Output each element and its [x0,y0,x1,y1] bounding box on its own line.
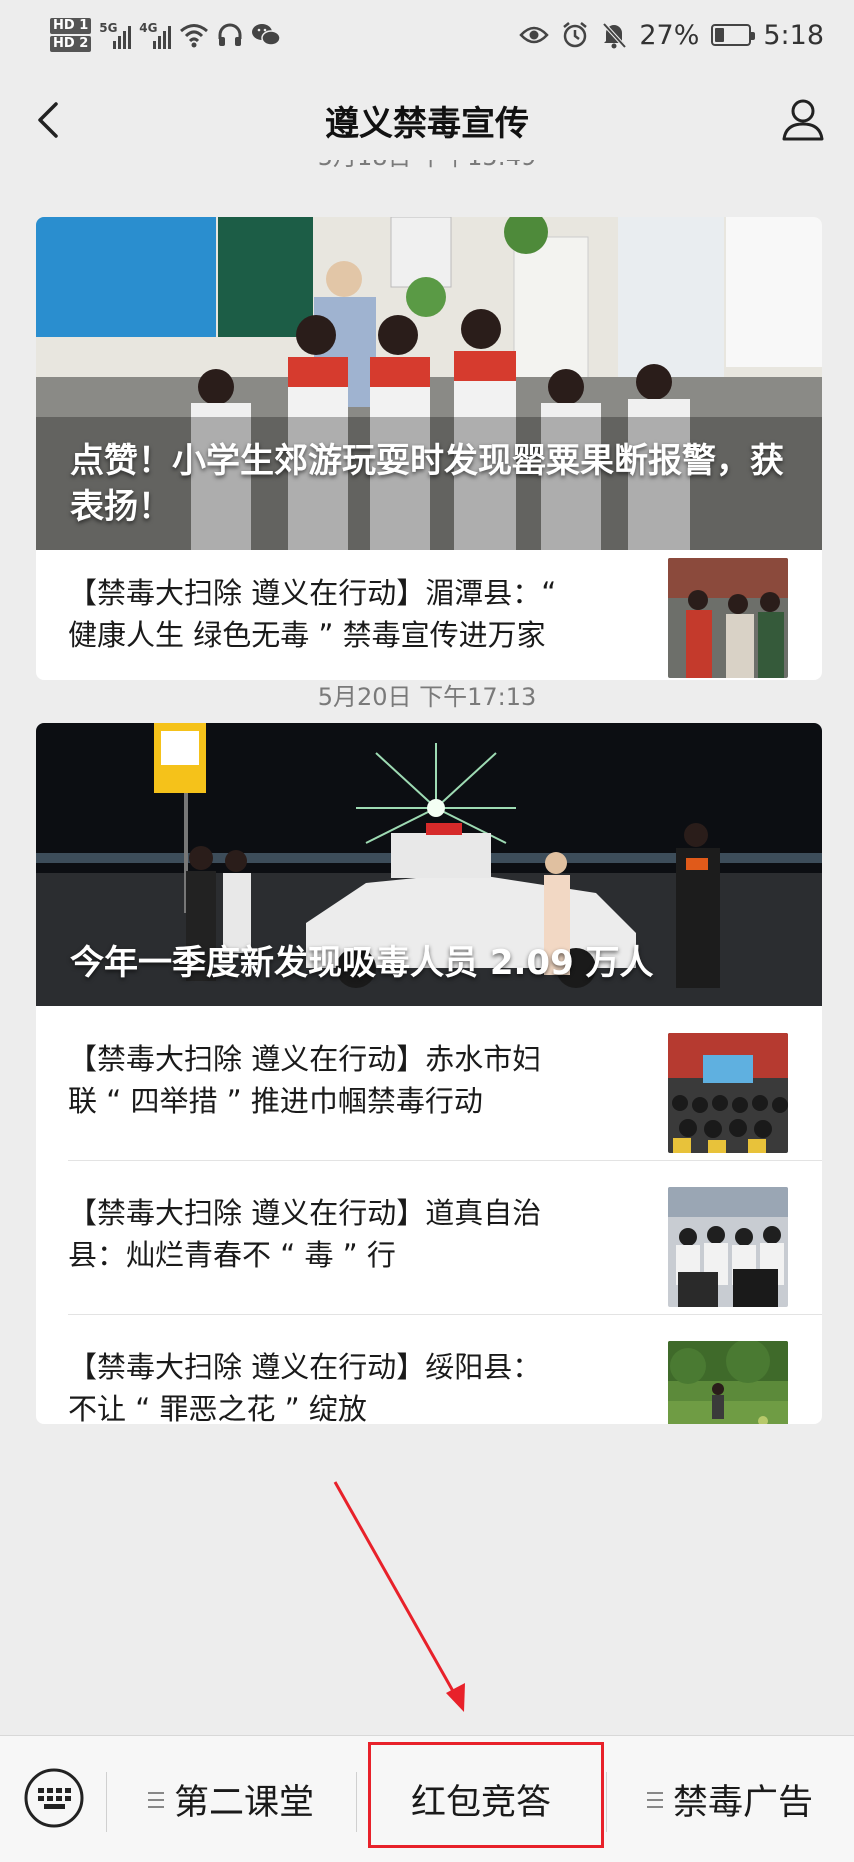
article-thumbnail [668,1033,788,1153]
net-label-1: 5G [99,21,118,35]
article-title: 【禁毒大扫除 遵义在行动】湄潭县：“ 健康人生 绿色无毒 ” 禁毒宣传进万家 [68,576,557,652]
menu-item-anti-drug-ads[interactable]: 禁毒广告 [606,1736,854,1862]
profile-button[interactable] [778,94,828,144]
clock: 5:18 [763,19,824,51]
article-title: 【禁毒大扫除 遵义在行动】绥阳县：不让 “ 罪恶之花 ” 绽放 [68,1350,542,1424]
article-card-1: 点赞！小学生郊游玩耍时发现罂粟果断报警，获表扬！ 【禁毒大扫除 遵义在行动】湄潭… [36,217,822,680]
hero-title-1: 点赞！小学生郊游玩耍时发现罂粟果断报警，获表扬！ [70,441,784,527]
menu-item-label: 第二课堂 [173,1783,314,1823]
hero-article-2[interactable]: 今年一季度新发现吸毒人员 2.09 万人 [36,723,822,1006]
article-thumbnail [668,1187,788,1307]
keyboard-toggle-button[interactable] [22,1766,86,1830]
back-button[interactable] [28,98,72,142]
net-label-2: 4G [139,21,158,35]
article-row[interactable]: 【禁毒大扫除 遵义在行动】湄潭县：“ 健康人生 绿色无毒 ” 禁毒宣传进万家 [36,550,822,680]
article-title: 【禁毒大扫除 遵义在行动】道真自治县：灿烂青春不 “ 毒 ” 行 [68,1196,542,1272]
status-left: HD 1 HD 2 5G 4G [50,18,281,52]
menu-lines-icon [147,1791,164,1808]
keyboard-icon [24,1768,84,1828]
hd-indicators: HD 1 HD 2 [50,18,92,52]
article-row[interactable]: 【禁毒大扫除 遵义在行动】赤水市妇联 “ 四举措 ” 推进巾帼禁毒行动 [36,1006,822,1160]
timestamp-2: 5月20日 下午17:13 [317,683,537,711]
article-card-2: 今年一季度新发现吸毒人员 2.09 万人 【禁毒大扫除 遵义在行动】赤水市妇联 … [36,723,822,1424]
article-thumbnail [668,558,788,678]
message-feed[interactable]: 5月18日 下午15:49 [0,160,854,1735]
status-bar: HD 1 HD 2 5G 4G 27% 5:18 [0,0,854,70]
hd2-badge: HD 2 [50,36,92,52]
article-title: 【禁毒大扫除 遵义在行动】赤水市妇联 “ 四举措 ” 推进巾帼禁毒行动 [68,1042,542,1118]
eye-icon [519,26,550,44]
hero-article-1[interactable]: 点赞！小学生郊游玩耍时发现罂粟果断报警，获表扬！ [36,217,822,550]
alarm-icon [563,22,588,48]
wifi-icon [180,24,209,48]
battery-level [715,28,724,42]
battery-percent: 27% [639,19,700,51]
timestamp-1: 5月18日 下午15:49 [0,160,854,172]
hd1-badge: HD 1 [50,18,92,34]
chevron-left-icon [38,102,58,138]
person-icon [782,99,824,141]
nav-bar: 遵义禁毒宣传 [0,70,854,170]
highlight-box [368,1742,604,1848]
battery-icon [711,24,756,46]
menu-item-second-classroom[interactable]: 第二课堂 [106,1736,356,1862]
wechat-icon [252,24,281,46]
headphones-icon [218,23,242,46]
page-title: 遵义禁毒宣传 [325,103,529,144]
mute-icon [602,22,627,49]
article-thumbnail [668,1341,788,1424]
hero-title-2: 今年一季度新发现吸毒人员 2.09 万人 [70,943,654,983]
article-row[interactable]: 【禁毒大扫除 遵义在行动】绥阳县：不让 “ 罪恶之花 ” 绽放 [36,1314,822,1424]
status-right: 27% 5:18 [519,20,824,51]
signal-5g-icon: 5G [99,21,132,49]
menu-lines-icon [646,1791,663,1808]
menu-item-label: 禁毒广告 [672,1783,813,1823]
signal-4g-icon: 4G [139,21,172,49]
article-row[interactable]: 【禁毒大扫除 遵义在行动】道真自治县：灿烂青春不 “ 毒 ” 行 [36,1160,822,1314]
